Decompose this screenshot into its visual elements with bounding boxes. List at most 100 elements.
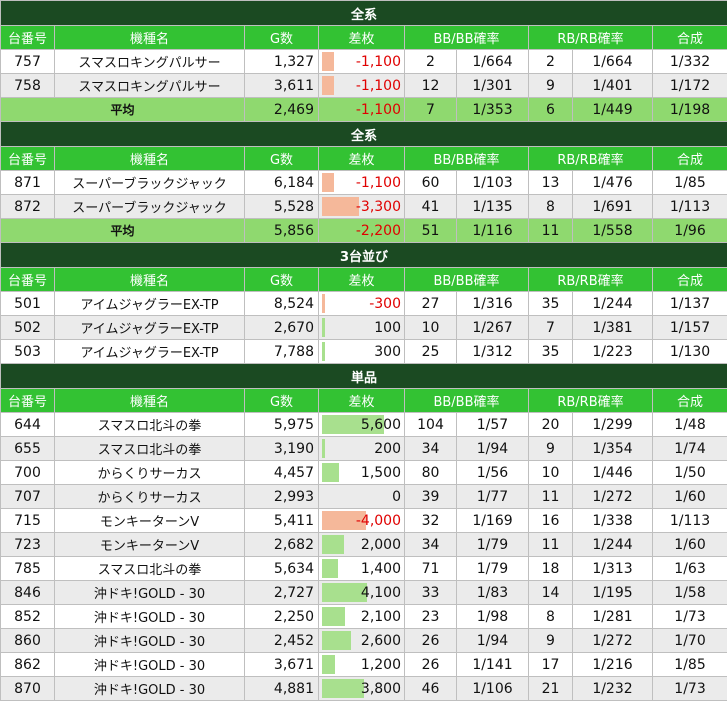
header-games: G数 — [244, 146, 319, 171]
table-row: 846 沖ドキ!GOLD - 30 2,727 4,100 33 1/83 14 1/195 1… — [0, 580, 727, 605]
rb-count: 11 — [528, 532, 573, 557]
diff-value: -3,300 — [355, 198, 401, 215]
bb-count: 34 — [404, 436, 457, 461]
machine-no: 644 — [0, 412, 55, 437]
slot-data-table: 全系 台番号 機種名 G数 差枚 BB/BB確率 RB/RB確率 合成 757 スマスロキングパル… — [0, 0, 727, 701]
header-machine-name: 機種名 — [54, 267, 245, 292]
rb-count: 8 — [528, 604, 573, 629]
diff-cell: 100 — [318, 315, 405, 340]
rb-prob: 1/691 — [572, 194, 653, 219]
rb-count: 8 — [528, 194, 573, 219]
rb-prob: 1/401 — [572, 73, 653, 98]
machine-no: 723 — [0, 532, 55, 557]
header-bb: BB/BB確率 — [404, 25, 529, 50]
rb-count: 13 — [528, 170, 573, 195]
game-count: 5,634 — [244, 556, 319, 581]
machine-name: 沖ドキ!GOLD - 30 — [54, 628, 245, 653]
rb-count: 35 — [528, 339, 573, 364]
game-count: 2,670 — [244, 315, 319, 340]
diff-cell: 5,600 — [318, 412, 405, 437]
avg-total-prob: 1/96 — [651, 218, 727, 243]
column-header-row: 台番号 機種名 G数 差枚 BB/BB確率 RB/RB確率 合成 — [0, 388, 727, 413]
diff-value: -1,100 — [355, 174, 401, 191]
diff-cell: -1,100 — [318, 170, 405, 195]
header-rb: RB/RB確率 — [528, 388, 653, 413]
bb-prob: 1/301 — [456, 73, 529, 98]
diff-bar — [322, 318, 325, 337]
column-header-row: 台番号 機種名 G数 差枚 BB/BB確率 RB/RB確率 合成 — [0, 25, 727, 50]
bb-prob: 1/83 — [456, 580, 529, 605]
rb-prob: 1/313 — [572, 556, 653, 581]
machine-no: 503 — [0, 339, 55, 364]
bb-count: 10 — [404, 315, 457, 340]
diff-bar — [322, 294, 325, 313]
section-title-row: 単品 — [0, 363, 727, 389]
diff-value: -4,000 — [355, 512, 401, 529]
total-prob: 1/172 — [651, 73, 727, 98]
diff-value: 1,400 — [360, 560, 401, 577]
machine-name: アイムジャグラーEX-TP — [54, 315, 245, 340]
diff-value: 4,100 — [360, 584, 401, 601]
bb-count: 71 — [404, 556, 457, 581]
total-prob: 1/73 — [651, 604, 727, 629]
header-rb: RB/RB確率 — [528, 267, 653, 292]
avg-total-prob: 1/198 — [651, 97, 727, 122]
bb-count: 46 — [404, 676, 457, 701]
section-title-row: 3台並び — [0, 242, 727, 268]
diff-bar — [322, 655, 335, 674]
bb-count: 34 — [404, 532, 457, 557]
header-total: 合成 — [651, 388, 727, 413]
diff-value: 100 — [374, 319, 401, 336]
section-title: 全系 — [0, 121, 727, 147]
machine-name: アイムジャグラーEX-TP — [54, 339, 245, 364]
diff-cell: 0 — [318, 484, 405, 509]
machine-no: 502 — [0, 315, 55, 340]
header-machine-name: 機種名 — [54, 25, 245, 50]
diff-cell: 200 — [318, 436, 405, 461]
game-count: 4,457 — [244, 460, 319, 485]
bb-prob: 1/169 — [456, 508, 529, 533]
machine-name: 沖ドキ!GOLD - 30 — [54, 604, 245, 629]
machine-name: アイムジャグラーEX-TP — [54, 291, 245, 316]
diff-cell: 1,500 — [318, 460, 405, 485]
section-title: 3台並び — [0, 242, 727, 268]
header-diff: 差枚 — [318, 388, 405, 413]
rb-prob: 1/223 — [572, 339, 653, 364]
table-row: 700 からくりサーカス 4,457 1,500 80 1/56 10 1/446 1/50 — [0, 460, 727, 485]
total-prob: 1/63 — [651, 556, 727, 581]
rb-count: 14 — [528, 580, 573, 605]
table-row: 723 モンキーターンV 2,682 2,000 34 1/79 11 1/244 1/60 — [0, 532, 727, 557]
rb-prob: 1/195 — [572, 580, 653, 605]
diff-cell: 3,800 — [318, 676, 405, 701]
total-prob: 1/73 — [651, 676, 727, 701]
game-count: 2,452 — [244, 628, 319, 653]
header-bb: BB/BB確率 — [404, 146, 529, 171]
bb-prob: 1/267 — [456, 315, 529, 340]
bb-prob: 1/94 — [456, 628, 529, 653]
avg-bb-count: 7 — [404, 97, 457, 122]
bb-prob: 1/57 — [456, 412, 529, 437]
section-title-row: 全系 — [0, 121, 727, 147]
rb-prob: 1/476 — [572, 170, 653, 195]
header-games: G数 — [244, 25, 319, 50]
section-title-row: 全系 — [0, 0, 727, 26]
diff-value: 0 — [392, 488, 401, 505]
diff-value: 2,000 — [360, 536, 401, 553]
table-row: 862 沖ドキ!GOLD - 30 3,671 1,200 26 1/141 17 1/216… — [0, 652, 727, 677]
bb-prob: 1/98 — [456, 604, 529, 629]
section-title: 単品 — [0, 363, 727, 389]
bb-count: 41 — [404, 194, 457, 219]
bb-prob: 1/135 — [456, 194, 529, 219]
machine-no: 757 — [0, 49, 55, 74]
rb-count: 11 — [528, 484, 573, 509]
bb-count: 26 — [404, 652, 457, 677]
machine-name: 沖ドキ!GOLD - 30 — [54, 676, 245, 701]
average-label: 平均 — [0, 218, 245, 243]
avg-diff: -1,100 — [318, 97, 405, 122]
rb-prob: 1/281 — [572, 604, 653, 629]
rb-prob: 1/381 — [572, 315, 653, 340]
rb-count: 16 — [528, 508, 573, 533]
rb-count: 9 — [528, 436, 573, 461]
rb-prob: 1/272 — [572, 628, 653, 653]
header-machine-no: 台番号 — [0, 146, 55, 171]
